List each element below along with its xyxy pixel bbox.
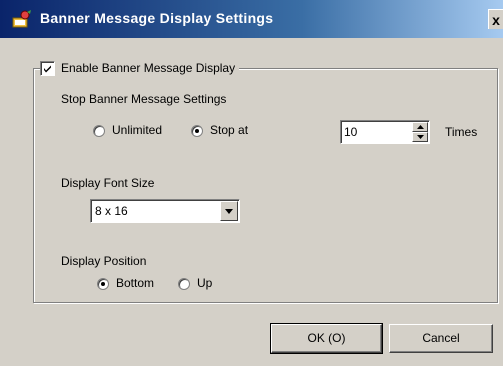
- window-title: Banner Message Display Settings: [40, 10, 274, 26]
- times-stepper[interactable]: 10: [340, 120, 430, 144]
- stop-at-radio[interactable]: [191, 125, 203, 137]
- arrow-down-icon[interactable]: [412, 132, 428, 142]
- arrow-up-icon[interactable]: [412, 122, 428, 132]
- up-label[interactable]: Up: [197, 276, 212, 290]
- font-size-value: 8 x 16: [95, 204, 128, 218]
- close-button[interactable]: x: [488, 9, 503, 29]
- bottom-label[interactable]: Bottom: [116, 276, 154, 290]
- checkmark-icon[interactable]: [40, 60, 55, 76]
- chevron-down-icon[interactable]: [220, 201, 238, 221]
- unlimited-radio[interactable]: [93, 125, 105, 137]
- stop-settings-heading: Stop Banner Message Settings: [61, 92, 227, 106]
- font-size-select[interactable]: 8 x 16: [90, 199, 240, 223]
- title-bar[interactable]: Banner Message Display Settings x: [0, 0, 503, 38]
- bottom-radio[interactable]: [97, 278, 109, 290]
- times-spin-buttons: [412, 122, 428, 142]
- close-icon: x: [492, 12, 500, 28]
- enable-banner-checkbox[interactable]: Enable Banner Message Display: [40, 58, 240, 78]
- stop-at-label[interactable]: Stop at: [210, 123, 248, 137]
- font-size-heading: Display Font Size: [61, 176, 155, 190]
- times-value[interactable]: 10: [344, 125, 357, 139]
- position-heading: Display Position: [61, 254, 147, 268]
- ok-button[interactable]: OK (O): [270, 323, 383, 354]
- up-radio[interactable]: [178, 278, 190, 290]
- unlimited-label[interactable]: Unlimited: [112, 123, 162, 137]
- enable-banner-label: Enable Banner Message Display: [61, 61, 236, 75]
- cancel-button[interactable]: Cancel: [389, 324, 493, 353]
- banner-settings-dialog: Banner Message Display Settings x Enable…: [0, 0, 503, 366]
- app-settings-icon: [11, 9, 33, 29]
- times-label: Times: [445, 125, 478, 139]
